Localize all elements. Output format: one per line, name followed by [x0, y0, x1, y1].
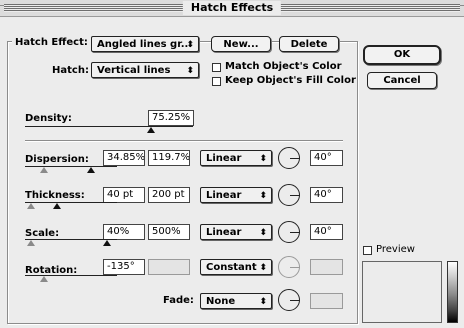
- dispersion-angle-dial[interactable]: [278, 147, 300, 169]
- dispersion-slider-track[interactable]: [25, 166, 117, 167]
- rotation-min-field[interactable]: -135°: [103, 259, 145, 275]
- scale-mode-popup[interactable]: Linear ⬍: [200, 224, 272, 240]
- scale-min-field[interactable]: 40%: [103, 224, 145, 240]
- scale-angle-dial[interactable]: [278, 221, 300, 243]
- angle-dial-icon: [290, 267, 300, 268]
- preview-pane: [362, 261, 442, 323]
- hatch-value: Vertical lines: [97, 65, 171, 76]
- thickness-angle-field[interactable]: 40°: [310, 187, 343, 203]
- updown-arrows-icon: ⬍: [259, 263, 267, 273]
- thickness-mode-value: Linear: [206, 190, 242, 201]
- updown-arrows-icon: ⬍: [259, 297, 267, 307]
- hatch-effect-popup[interactable]: Angled lines gr... ⬍: [91, 36, 199, 52]
- dispersion-min-thumb[interactable]: [40, 167, 48, 173]
- rotation-max-field[interactable]: [148, 259, 190, 275]
- thickness-slider-track[interactable]: [25, 202, 117, 203]
- rotation-mode-popup[interactable]: Constant ⬍: [200, 259, 272, 275]
- scale-max-thumb[interactable]: [103, 240, 111, 246]
- density-slider-track[interactable]: [25, 126, 193, 127]
- dispersion-mode-value: Linear: [206, 153, 242, 164]
- rotation-angle-field[interactable]: [310, 259, 343, 275]
- ok-button[interactable]: OK: [363, 45, 441, 65]
- dispersion-max-field[interactable]: 119.7%: [148, 150, 190, 166]
- rotation-slider-track[interactable]: [25, 275, 117, 276]
- cancel-button[interactable]: Cancel: [367, 72, 437, 89]
- hatch-effect-value: Angled lines gr...: [97, 39, 193, 50]
- updown-arrows-icon: ⬍: [186, 66, 194, 76]
- density-slider-thumb[interactable]: [147, 127, 156, 133]
- dispersion-max-thumb[interactable]: [87, 167, 95, 173]
- angle-dial-icon: [290, 195, 300, 196]
- thickness-min-thumb[interactable]: [27, 203, 35, 209]
- thickness-max-field[interactable]: 200 pt: [148, 187, 190, 203]
- hatch-popup[interactable]: Vertical lines ⬍: [91, 62, 199, 78]
- dispersion-mode-popup[interactable]: Linear ⬍: [200, 150, 272, 166]
- title-bar[interactable]: Hatch Effects: [0, 0, 464, 17]
- updown-arrows-icon: ⬍: [259, 154, 267, 164]
- match-color-label: Match Object's Color: [225, 61, 342, 72]
- keep-fill-checkbox[interactable]: [212, 77, 221, 86]
- angle-dial-icon: [290, 232, 300, 233]
- updown-arrows-icon: ⬍: [259, 191, 267, 201]
- window-title: Hatch Effects: [182, 1, 282, 15]
- thickness-mode-popup[interactable]: Linear ⬍: [200, 187, 272, 203]
- fade-mode-value: None: [206, 296, 236, 307]
- thickness-max-thumb[interactable]: [53, 203, 61, 209]
- fade-angle-field[interactable]: [310, 293, 343, 309]
- fade-label: Fade:: [163, 295, 194, 306]
- match-color-checkbox[interactable]: [212, 63, 221, 72]
- fade-angle-dial[interactable]: [278, 289, 300, 311]
- new-effect-button[interactable]: New...: [211, 36, 271, 52]
- dispersion-angle-field[interactable]: 40°: [310, 150, 343, 166]
- keep-fill-label: Keep Object's Fill Color: [225, 75, 356, 86]
- preview-label: Preview: [376, 244, 415, 255]
- dispersion-label: Dispersion:: [25, 154, 89, 165]
- scale-mode-value: Linear: [206, 227, 242, 238]
- angle-dial-icon: [290, 158, 300, 159]
- scale-min-thumb[interactable]: [27, 240, 35, 246]
- scale-angle-field[interactable]: 40°: [310, 224, 343, 240]
- dispersion-min-field[interactable]: 34.85%: [103, 150, 145, 166]
- updown-arrows-icon: ⬍: [186, 40, 194, 50]
- updown-arrows-icon: ⬍: [259, 228, 267, 238]
- rotation-angle-dial[interactable]: [278, 256, 300, 278]
- delete-effect-button[interactable]: Delete: [279, 36, 339, 52]
- scale-max-field[interactable]: 500%: [148, 224, 190, 240]
- gray-scale-bar: [447, 261, 458, 323]
- thickness-label: Thickness:: [25, 190, 85, 201]
- hatch-label: Hatch:: [52, 65, 89, 76]
- section-separator: [25, 140, 343, 141]
- scale-label: Scale:: [25, 228, 60, 239]
- angle-dial-icon: [290, 300, 300, 301]
- rotation-mode-value: Constant: [206, 262, 257, 273]
- rotation-thumb[interactable]: [40, 276, 48, 282]
- preview-checkbox[interactable]: [363, 246, 372, 255]
- density-label: Density:: [25, 113, 72, 124]
- thickness-angle-dial[interactable]: [278, 184, 300, 206]
- fade-mode-popup[interactable]: None ⬍: [200, 293, 272, 309]
- hatch-effect-label: Hatch Effect:: [12, 37, 91, 48]
- thickness-min-field[interactable]: 40 pt: [103, 187, 145, 203]
- density-field[interactable]: 75.25%: [148, 110, 194, 126]
